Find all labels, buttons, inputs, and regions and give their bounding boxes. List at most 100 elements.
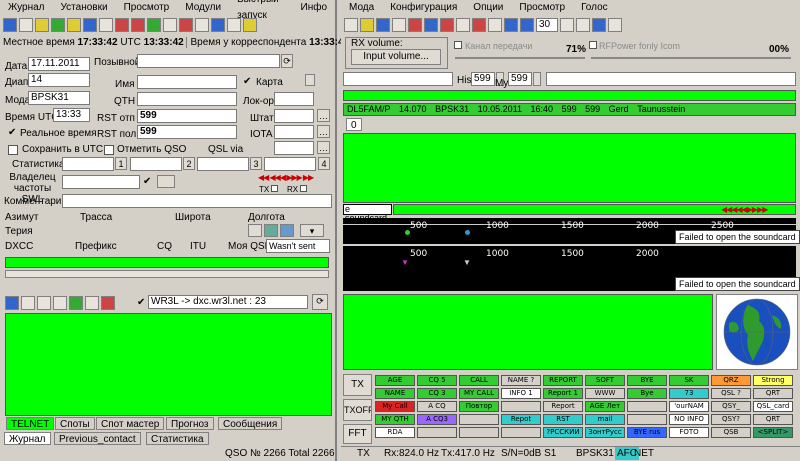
channel-checkbox[interactable]	[454, 41, 462, 49]
his-rst-input[interactable]: 599	[471, 72, 495, 86]
toolbar-tool-icon[interactable]	[51, 18, 65, 32]
wf2-tx-marker-icon[interactable]: ▼	[463, 258, 471, 267]
macro-button[interactable]: INFO 1	[501, 388, 541, 399]
menu-settings[interactable]: Установки	[53, 0, 116, 16]
rst-rcvd-input[interactable]: 599	[137, 125, 237, 139]
tab-previous-contact[interactable]: Previous_contact	[54, 432, 141, 445]
waterfall-2[interactable]: 500 1000 1500 2000 ▼ ▼ Failed to open th…	[343, 246, 800, 291]
cluster-window[interactable]	[5, 313, 332, 416]
extra-field[interactable]	[546, 72, 796, 86]
rt-filter-icon[interactable]	[456, 18, 470, 32]
my-qsl-select[interactable]: Wasn't sent	[266, 239, 330, 253]
iota-more-button[interactable]: …	[317, 125, 330, 138]
cluster-filter-icon[interactable]	[37, 296, 51, 310]
rt-save-icon[interactable]	[376, 18, 390, 32]
toolbar-list-icon[interactable]	[195, 18, 209, 32]
cluster-run-icon[interactable]	[69, 296, 83, 310]
stats-button-3[interactable]: 3	[250, 157, 262, 170]
tx-level-slider[interactable]	[455, 57, 585, 59]
map-check-icon[interactable]: ✔	[243, 76, 251, 87]
macro-button[interactable]: Repot	[501, 414, 541, 425]
macro-button[interactable]: QSY?	[711, 414, 751, 425]
tab-telnet[interactable]: TELNET	[6, 417, 55, 430]
band-select[interactable]: 14	[28, 73, 90, 87]
macro-button[interactable]	[417, 427, 457, 438]
macro-button[interactable]: MY QTH	[375, 414, 415, 425]
input-volume-button[interactable]: Input volume...	[351, 49, 441, 65]
rx-marker-icon[interactable]	[405, 230, 410, 235]
tab-statistics[interactable]: Статистика	[146, 432, 209, 445]
date-input[interactable]: 17.11.2011	[28, 57, 90, 71]
realtime-check-icon[interactable]: ✔	[8, 128, 18, 138]
menu-voice[interactable]: Голос	[573, 0, 616, 16]
macro-button[interactable]: NO INFO	[669, 414, 709, 425]
menu-modules[interactable]: Модули	[177, 0, 229, 16]
macro-button[interactable]: SOFT	[585, 375, 625, 386]
rt-option1-icon[interactable]	[576, 18, 590, 32]
macro-button[interactable]: QSL_card	[753, 401, 793, 412]
macro-button[interactable]: My Call	[375, 401, 415, 412]
macro-button[interactable]: QSL ?	[711, 388, 751, 399]
waterfall-1[interactable]: 500 1000 1500 2000 2500 Failed to open t…	[343, 218, 800, 244]
info-tools-button[interactable]: ▾	[300, 224, 324, 237]
macro-button[interactable]: Strong	[753, 375, 793, 386]
stats-button-4[interactable]: 4	[318, 157, 330, 170]
rt-print-icon[interactable]	[392, 18, 406, 32]
rx-tab-0[interactable]: 0	[346, 118, 362, 131]
rt-open-icon[interactable]	[360, 18, 374, 32]
macro-button[interactable]: Report 1	[543, 388, 583, 399]
macro-button[interactable]: CALL	[459, 375, 499, 386]
name-input[interactable]	[137, 75, 237, 89]
speed-input[interactable]: 30	[536, 18, 558, 32]
menu-configuration[interactable]: Конфигурация	[382, 0, 465, 16]
macro-button[interactable]: ?РССКИЙ	[543, 427, 583, 438]
his-call-input[interactable]	[343, 72, 453, 86]
rt-play-icon[interactable]	[504, 18, 518, 32]
toolbar-globe-icon[interactable]	[211, 18, 225, 32]
rt-check-icon[interactable]	[488, 18, 502, 32]
cluster-del-icon[interactable]	[101, 296, 115, 310]
macro-button[interactable]: QRT	[753, 414, 793, 425]
qth-input[interactable]	[137, 92, 237, 106]
state-input[interactable]	[274, 109, 314, 123]
menu-options[interactable]: Опции	[465, 0, 511, 16]
toolbar-print-icon[interactable]	[99, 18, 113, 32]
nav-arrows-icon[interactable]: ◀◀ ◀◀◀ ▶▶▶ ▶▶	[258, 173, 314, 182]
toolbar-chart-icon[interactable]	[147, 18, 161, 32]
stats-button-1[interactable]: 1	[115, 157, 127, 170]
locator-input[interactable]	[274, 92, 314, 106]
comment-input[interactable]	[62, 194, 332, 208]
menu-journal[interactable]: Журнал	[0, 0, 53, 16]
toolbar-new-icon[interactable]	[19, 18, 33, 32]
toolbar-open-icon[interactable]	[35, 18, 49, 32]
callsign-input[interactable]	[137, 54, 280, 68]
eraser-button[interactable]	[157, 175, 175, 188]
macro-button[interactable]: ЗонтРусс	[585, 427, 625, 438]
macro-button[interactable]: BYE	[627, 375, 667, 386]
macro-button[interactable]: <SPLIT>	[753, 427, 793, 438]
state-more-button[interactable]: …	[317, 109, 330, 122]
my-rst-input[interactable]: 599	[508, 72, 532, 86]
stats-button-2[interactable]: 2	[183, 157, 195, 170]
tab-spot-master[interactable]: Спот мастер	[96, 417, 165, 430]
rt-list-icon[interactable]	[424, 18, 438, 32]
wf2-rx-marker-icon[interactable]: ▼	[401, 258, 409, 267]
mark-qso-checkbox[interactable]	[104, 145, 114, 155]
toolbar-mark-icon[interactable]	[179, 18, 193, 32]
info-scrollbar[interactable]	[5, 270, 329, 278]
cluster-server-select[interactable]: WR3L -> dxc.wr3l.net : 23	[148, 295, 308, 309]
rx-checkbox[interactable]	[300, 185, 307, 192]
macro-button[interactable]: MY CALL	[459, 388, 499, 399]
macro-button[interactable]: BYE rus	[627, 427, 667, 438]
menu-info[interactable]: Инфо	[293, 0, 336, 16]
tab-journal[interactable]: Журнал	[4, 432, 51, 445]
cluster-list-icon[interactable]	[53, 296, 67, 310]
cluster-font-icon[interactable]	[85, 296, 99, 310]
swl-check-icon[interactable]: ✔	[143, 176, 151, 187]
rt-plus-icon[interactable]	[560, 18, 574, 32]
macro-button[interactable]	[459, 427, 499, 438]
macro-button[interactable]: NAME	[375, 388, 415, 399]
rt-record-icon[interactable]	[472, 18, 486, 32]
macro-button[interactable]: 73	[669, 388, 709, 399]
macro-button[interactable]: QRZ	[711, 375, 751, 386]
